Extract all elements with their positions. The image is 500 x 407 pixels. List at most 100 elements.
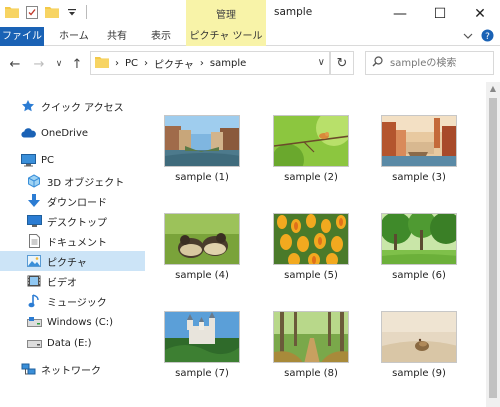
nav-item-3d-objects[interactable]: 3D オブジェクト [0, 171, 145, 191]
recent-locations-button[interactable]: ∨ [50, 55, 68, 73]
search-box[interactable] [365, 51, 494, 75]
breadcrumb-separator: › [144, 57, 149, 69]
thumbnail-image [164, 115, 240, 167]
nav-item-label: ダウンロード [47, 197, 107, 209]
computer-icon [20, 152, 36, 168]
file-item[interactable]: sample (3) [373, 115, 463, 197]
search-input[interactable] [390, 55, 490, 71]
file-name: sample (5) [284, 270, 338, 281]
thumbnail-image [164, 213, 240, 265]
chevron-down-icon[interactable] [463, 31, 473, 44]
cube-icon [26, 173, 42, 189]
file-item[interactable]: sample (9) [373, 311, 463, 393]
file-item[interactable]: sample (7) [156, 311, 246, 393]
file-view: sample (1) sample (2) sample (3) sample … [148, 82, 484, 407]
minimize-button[interactable]: — [380, 0, 420, 27]
file-name: sample (8) [284, 368, 338, 379]
address-bar[interactable]: › PC › ピクチャ › sample ∨ [90, 51, 330, 75]
new-folder-icon[interactable] [44, 4, 60, 20]
file-item[interactable]: sample (8) [265, 311, 355, 393]
scroll-up-icon[interactable]: ▲ [486, 84, 500, 93]
file-item[interactable]: sample (6) [373, 213, 463, 295]
nav-item-downloads[interactable]: ダウンロード [0, 191, 145, 211]
refresh-button[interactable]: ↻ [330, 51, 354, 75]
nav-item-label: Windows (C:) [47, 316, 113, 328]
thumbnail-image [273, 115, 349, 167]
up-button[interactable]: ↑ [68, 55, 86, 73]
file-name: sample (9) [392, 368, 446, 379]
customize-toolbar-icon[interactable] [64, 4, 80, 20]
file-name: sample (7) [175, 368, 229, 379]
breadcrumb-separator: › [199, 57, 204, 69]
file-item[interactable]: sample (4) [156, 213, 246, 295]
breadcrumb: › PC › ピクチャ › sample [95, 52, 246, 74]
tab-share[interactable]: 共有 [100, 27, 134, 46]
nav-item-pc[interactable]: PC [0, 150, 145, 170]
address-dropdown-icon[interactable]: ∨ [318, 57, 325, 68]
file-name: sample (6) [392, 270, 446, 281]
download-icon [26, 193, 42, 209]
thumbnail-image [273, 213, 349, 265]
nav-item-desktop[interactable]: デスクトップ [0, 211, 145, 231]
forward-button[interactable]: → [30, 55, 48, 73]
nav-item-label: ドキュメント [47, 237, 107, 249]
search-icon [372, 56, 383, 70]
tab-picture-tools[interactable]: ピクチャ ツール [186, 27, 266, 46]
file-name: sample (4) [175, 270, 229, 281]
back-arrow-icon: ← [9, 56, 21, 72]
nav-item-label: ビデオ [47, 277, 77, 289]
file-name: sample (2) [284, 172, 338, 183]
chevron-down-icon: ∨ [55, 59, 63, 69]
nav-item-label: ミュージック [47, 297, 107, 309]
nav-item-music[interactable]: ミュージック [0, 291, 145, 311]
navigation-bar: ← → ∨ ↑ › PC › ピクチャ › sample ∨ ↻ [0, 47, 500, 81]
help-icon[interactable]: ? [481, 29, 494, 45]
nav-item-quick-access[interactable]: クイック アクセス [0, 96, 145, 116]
nav-item-label: ピクチャ [47, 257, 87, 269]
file-item[interactable]: sample (2) [265, 115, 355, 197]
maximize-button[interactable]: ☐ [420, 0, 460, 27]
close-button[interactable]: ✕ [460, 0, 500, 27]
network-icon [20, 361, 36, 377]
nav-item-videos[interactable]: ビデオ [0, 271, 145, 291]
file-name: sample (3) [392, 172, 446, 183]
desktop-icon [26, 213, 42, 229]
vertical-scrollbar[interactable]: ▲ [486, 82, 500, 407]
nav-item-windows-drive[interactable]: Windows (C:) [0, 312, 145, 332]
nav-item-documents[interactable]: ドキュメント [0, 231, 145, 251]
nav-item-pictures[interactable]: ピクチャ [0, 251, 145, 271]
back-button[interactable]: ← [6, 55, 24, 73]
svg-text:?: ? [485, 32, 490, 42]
pictures-icon [26, 253, 42, 269]
breadcrumb-separator: › [115, 57, 119, 69]
folder-icon [95, 56, 109, 71]
scrollbar-thumb[interactable] [489, 98, 497, 398]
minimize-icon: — [393, 5, 407, 22]
nav-item-label: クイック アクセス [41, 102, 124, 114]
nav-item-network[interactable]: ネットワーク [0, 359, 145, 379]
document-icon [26, 233, 42, 249]
nav-item-onedrive[interactable]: OneDrive [0, 123, 145, 143]
nav-item-label: OneDrive [41, 127, 89, 139]
window-title: sample [274, 6, 313, 18]
tab-home[interactable]: ホーム [52, 27, 96, 46]
breadcrumb-item-pc[interactable]: PC [125, 58, 138, 69]
tab-file[interactable]: ファイル [0, 27, 44, 46]
ribbon-controls: ? [463, 29, 494, 45]
thumbnail-image [381, 115, 457, 167]
refresh-icon: ↻ [336, 55, 348, 71]
thumbnail-image [381, 213, 457, 265]
file-item[interactable]: sample (5) [265, 213, 355, 295]
drive-icon [26, 314, 42, 330]
toolbar-divider [86, 5, 87, 19]
nav-item-label: Data (E:) [47, 337, 92, 349]
properties-icon[interactable] [24, 4, 40, 20]
breadcrumb-item-sample[interactable]: sample [210, 58, 246, 69]
file-item[interactable]: sample (1) [156, 115, 246, 197]
tab-view[interactable]: 表示 [144, 27, 178, 46]
breadcrumb-item-pictures[interactable]: ピクチャ [154, 56, 194, 71]
drive-icon [26, 335, 42, 351]
title-bar: 管理 sample — ☐ ✕ [0, 0, 500, 27]
nav-item-data-drive[interactable]: Data (E:) [0, 333, 145, 353]
thumbnail-image [164, 311, 240, 363]
